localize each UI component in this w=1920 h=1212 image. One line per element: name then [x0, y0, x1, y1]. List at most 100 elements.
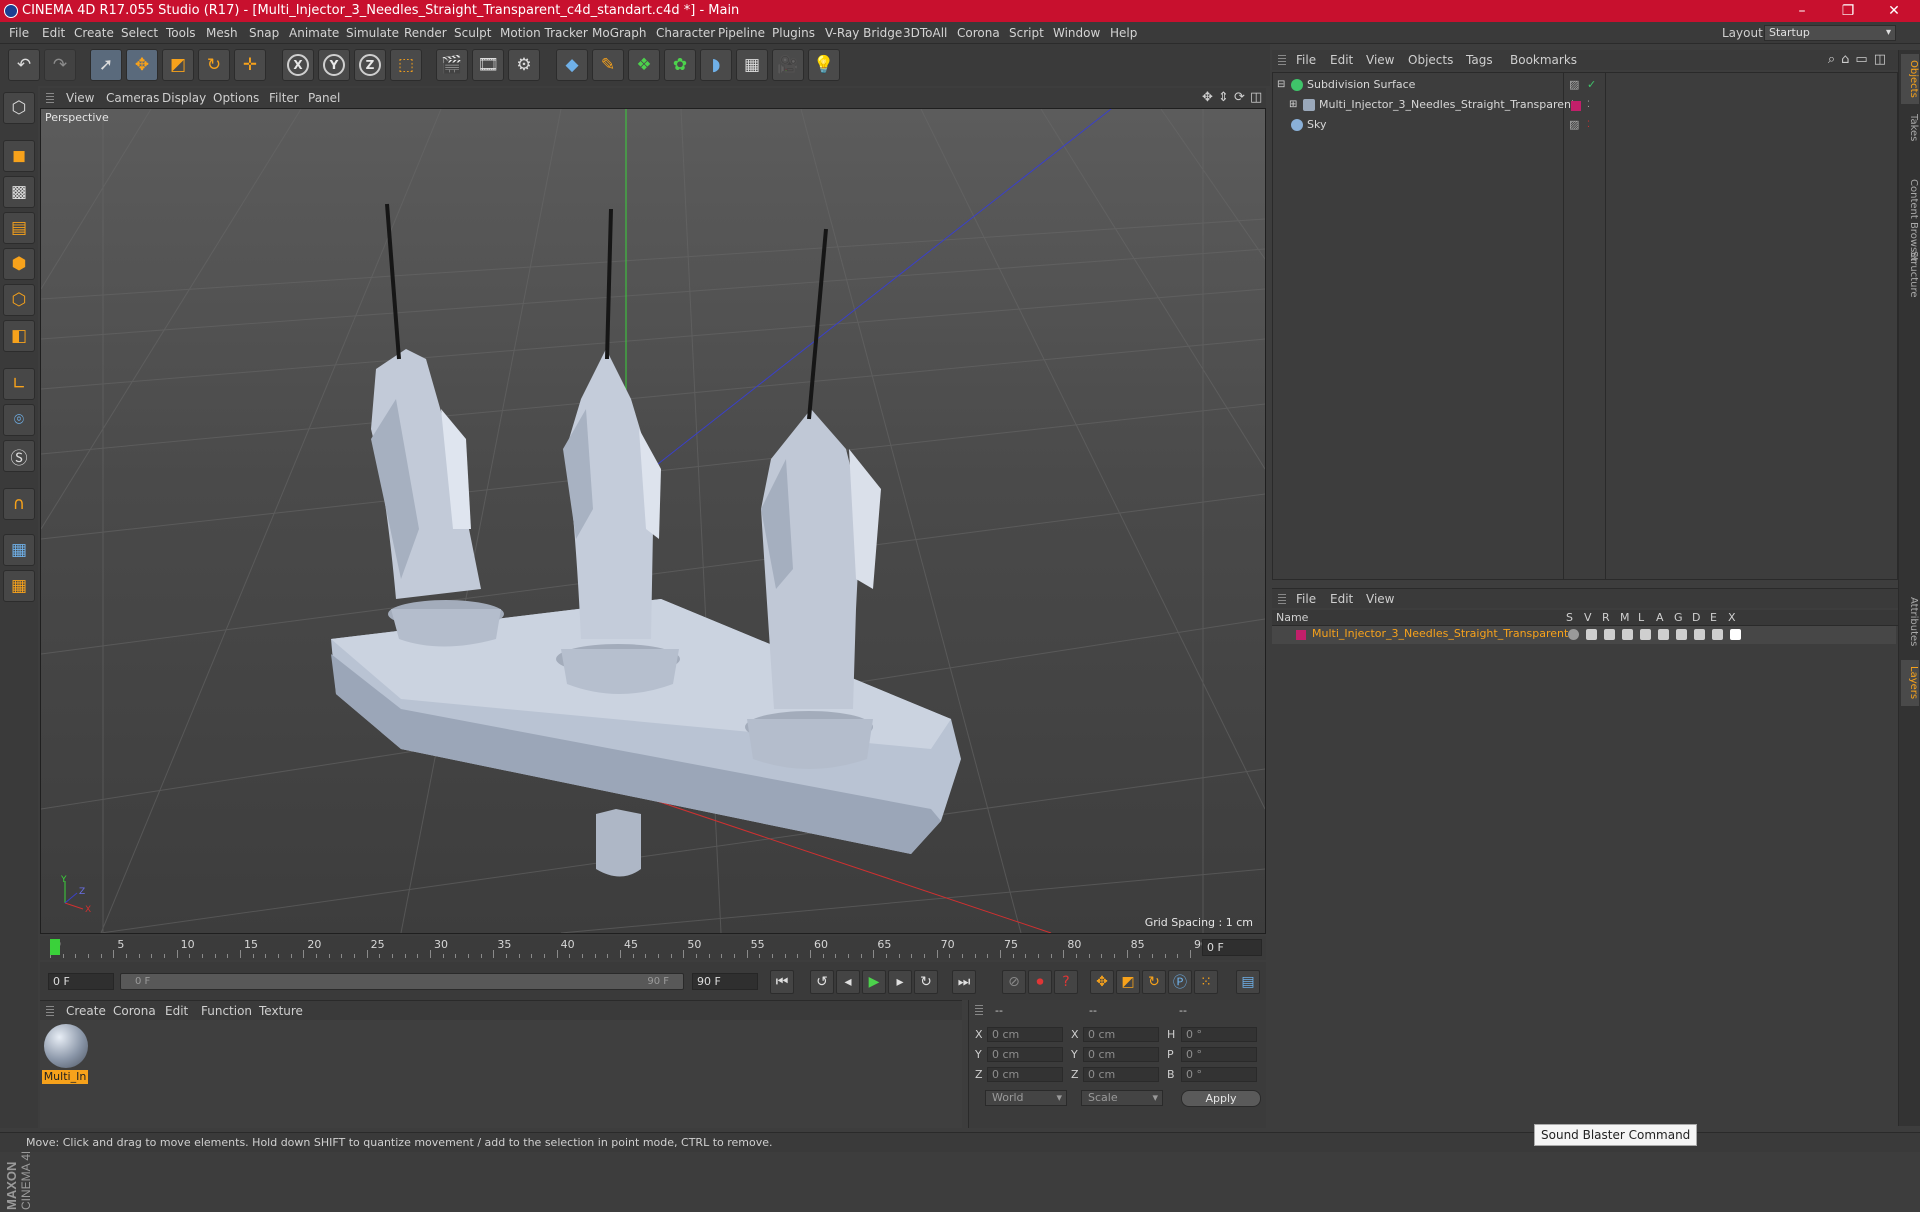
add-subdivision-button[interactable]: ❖	[628, 49, 660, 81]
menu-create[interactable]: Create	[74, 22, 114, 44]
menu-script[interactable]: Script	[1009, 22, 1044, 44]
material-name-label[interactable]: Multi_In	[42, 1070, 88, 1084]
material-preview-sphere[interactable]	[44, 1024, 88, 1068]
live-selection-button[interactable]: ➚	[90, 49, 122, 81]
go-to-next-key-button[interactable]: ↻	[914, 970, 938, 994]
manager-toggle-icon[interactable]	[1622, 629, 1633, 640]
home-icon[interactable]: ⌂	[1841, 52, 1855, 67]
view-toggle-icon[interactable]	[1586, 629, 1597, 640]
polygons-mode-button[interactable]: ◧	[3, 320, 35, 352]
menu-render[interactable]: Render	[404, 22, 447, 44]
tab-structure[interactable]: Structure	[1901, 244, 1919, 304]
column-view[interactable]: V	[1584, 611, 1592, 624]
scale-tool-button[interactable]: ◩	[162, 49, 194, 81]
apply-button[interactable]: Apply	[1181, 1090, 1261, 1107]
menu-mesh[interactable]: Mesh	[206, 22, 238, 44]
perspective-viewport[interactable]: Perspective Y X Z Grid Spacing : 1 cm	[40, 108, 1266, 934]
axis-mode-button[interactable]: ∟	[3, 368, 35, 400]
max-time-field[interactable]: 90 F	[692, 973, 758, 990]
model-mode-button[interactable]: ◼	[3, 140, 35, 172]
viewport-menu-cameras[interactable]: Cameras	[106, 88, 159, 108]
layer-color-swatch[interactable]	[1296, 630, 1306, 640]
size-y-field[interactable]: 0 cm	[1083, 1047, 1159, 1062]
menu-simulate[interactable]: Simulate	[346, 22, 399, 44]
enable-snap-button[interactable]: ∩	[3, 488, 35, 520]
tab-objects[interactable]: Objects	[1901, 54, 1919, 104]
tweak-mode-button[interactable]: ⌾	[3, 404, 35, 436]
column-render[interactable]: R	[1602, 611, 1610, 624]
position-key-button[interactable]: ✥	[1090, 970, 1114, 994]
viewport-rotate-icon[interactable]: ⟳	[1234, 88, 1245, 108]
rotate-tool-button[interactable]: ↻	[198, 49, 230, 81]
go-to-previous-frame-button[interactable]: ◂	[836, 970, 860, 994]
search-icon[interactable]: ⌕	[1828, 52, 1841, 67]
xref-toggle-icon[interactable]	[1730, 629, 1741, 640]
menu-sculpt[interactable]: Sculpt	[454, 22, 491, 44]
menu-motion-tracker[interactable]: Motion Tracker	[500, 22, 588, 44]
go-to-previous-key-button[interactable]: ↺	[810, 970, 834, 994]
menu-3dtoall[interactable]: 3DToAll	[903, 22, 947, 44]
record-keys-button[interactable]: ⊘	[1002, 970, 1026, 994]
timeline-ruler[interactable]: 051015202530354045505560657075808590 0 F	[40, 936, 1266, 960]
object-menu-bookmarks[interactable]: Bookmarks	[1510, 50, 1577, 70]
size-z-field[interactable]: 0 cm	[1083, 1067, 1159, 1082]
keyframe-selection-button[interactable]: ?	[1054, 970, 1078, 994]
layer-row[interactable]: Multi_Injector_3_Needles_Straight_Transp…	[1272, 626, 1896, 644]
coordinate-mode-dropdown[interactable]: World	[985, 1090, 1067, 1106]
column-manager[interactable]: M	[1620, 611, 1630, 624]
locked-workplane-button[interactable]: ▦	[3, 534, 35, 566]
visibility-dots-icon[interactable]: ⁚	[1587, 95, 1590, 115]
pos-x-field[interactable]: 0 cm	[987, 1027, 1063, 1042]
rotation-key-button[interactable]: ↻	[1142, 970, 1166, 994]
maximize-panel-icon[interactable]: ◫	[1874, 52, 1892, 67]
viewport-zoom-icon[interactable]: ⇕	[1218, 88, 1229, 108]
lock-toggle-icon[interactable]	[1640, 629, 1651, 640]
material-menu-create[interactable]: Create	[66, 1001, 106, 1021]
preview-range-slider[interactable]: 0 F 90 F	[120, 973, 684, 990]
pos-z-field[interactable]: 0 cm	[987, 1067, 1063, 1082]
expressions-toggle-icon[interactable]	[1712, 629, 1723, 640]
collapse-icon[interactable]: ⊟	[1277, 75, 1285, 95]
menu-corona[interactable]: Corona	[957, 22, 1000, 44]
play-forwards-button[interactable]: ▶	[862, 970, 886, 994]
column-name[interactable]: Name	[1276, 611, 1308, 624]
planar-workplane-button[interactable]: ▦	[3, 570, 35, 602]
column-animation[interactable]: A	[1656, 611, 1664, 624]
object-row-sky[interactable]: Sky ▨ ⁚	[1273, 115, 1897, 135]
new-view-icon[interactable]: ▭	[1855, 52, 1873, 67]
layer-color-swatch[interactable]	[1571, 101, 1581, 111]
layer-tag-icon[interactable]: ▨	[1569, 115, 1579, 135]
rot-h-field[interactable]: 0 °	[1181, 1027, 1257, 1042]
pos-y-field[interactable]: 0 cm	[987, 1047, 1063, 1062]
material-menu-corona[interactable]: Corona	[113, 1001, 156, 1021]
current-frame-field[interactable]: 0 F	[1202, 939, 1262, 956]
tab-takes[interactable]: Takes	[1901, 108, 1919, 148]
menu-pipeline[interactable]: Pipeline	[718, 22, 765, 44]
expand-icon[interactable]: ⊞	[1289, 95, 1297, 115]
viewport-menu-display[interactable]: Display	[162, 88, 206, 108]
go-to-next-frame-button[interactable]: ▸	[888, 970, 912, 994]
column-xref[interactable]: X	[1728, 611, 1736, 624]
material-menu-edit[interactable]: Edit	[165, 1001, 188, 1021]
edit-render-settings-button[interactable]: ⚙	[508, 49, 540, 81]
object-menu-view[interactable]: View	[1366, 50, 1394, 70]
menu-help[interactable]: Help	[1110, 22, 1137, 44]
add-deformer-button[interactable]: ◗	[700, 49, 732, 81]
playhead-marker[interactable]	[50, 939, 60, 955]
move-tool-button[interactable]: ✥	[126, 49, 158, 81]
menu-mograph[interactable]: MoGraph	[592, 22, 647, 44]
add-mograph-button[interactable]: ✿	[664, 49, 696, 81]
timeline-window-button[interactable]: ▤	[1236, 970, 1260, 994]
layer-menu-file[interactable]: File	[1296, 589, 1316, 609]
object-row-subdivision-surface[interactable]: ⊟ Subdivision Surface ▨ ✓	[1273, 75, 1897, 95]
menu-character[interactable]: Character	[656, 22, 715, 44]
generators-toggle-icon[interactable]	[1676, 629, 1687, 640]
viewport-menu-panel[interactable]: Panel	[308, 88, 340, 108]
min-time-field[interactable]: 0 F	[48, 973, 114, 990]
menu-plugins[interactable]: Plugins	[772, 22, 815, 44]
object-row-multi-injector[interactable]: ⊞ Multi_Injector_3_Needles_Straight_Tran…	[1273, 95, 1897, 115]
column-deformers[interactable]: D	[1692, 611, 1700, 624]
column-expressions[interactable]: E	[1710, 611, 1717, 624]
material-menu-texture[interactable]: Texture	[259, 1001, 303, 1021]
menu-window[interactable]: Window	[1053, 22, 1100, 44]
